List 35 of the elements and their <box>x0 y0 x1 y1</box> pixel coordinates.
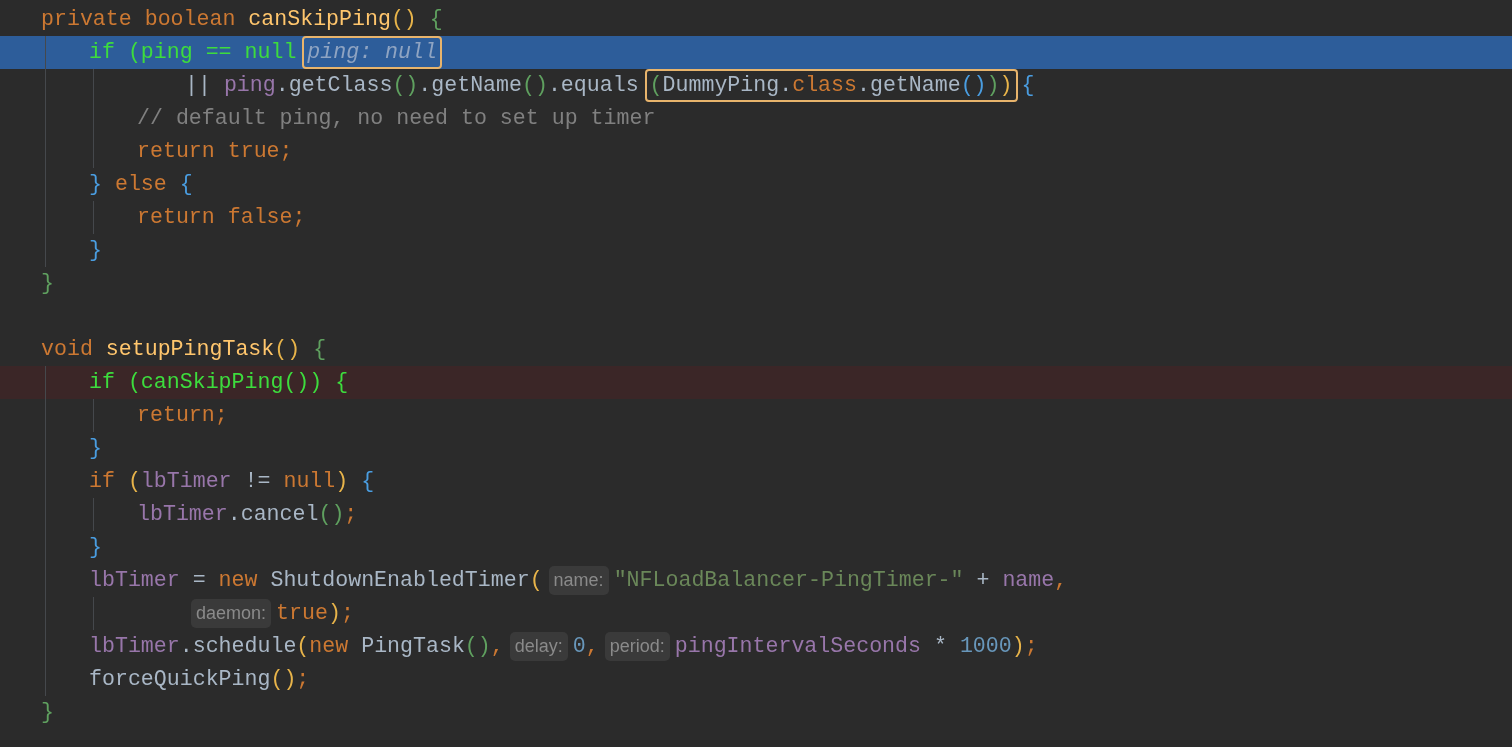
code-text: return; <box>137 402 228 429</box>
parameter-hint: name: <box>548 566 609 595</box>
code-text: if (lbTimer != null) { <box>89 468 375 495</box>
code-text: true); <box>276 600 354 627</box>
code-text: } <box>41 270 54 297</box>
indent-guide <box>92 399 94 432</box>
indent-guide <box>92 498 94 531</box>
code-text: if (ping == null <box>89 39 297 66</box>
framed-code: (DummyPing.class.getName())) <box>646 70 1016 101</box>
code-text: void setupPingTask() { <box>41 336 327 363</box>
code-text: lbTimer = new ShutdownEnabledTimer( <box>89 567 543 594</box>
code-text: forceQuickPing(); <box>89 666 310 693</box>
code-text: } <box>89 534 102 561</box>
parameter-hint: delay: <box>509 632 568 661</box>
code-text: } else { <box>89 171 193 198</box>
parameter-hint: period: <box>604 632 670 661</box>
code-text: { <box>1021 72 1035 99</box>
debug-value: ping: null <box>304 37 440 68</box>
code-text: "NFLoadBalancer-PingTimer-" + name, <box>613 567 1068 594</box>
code-text: lbTimer.cancel(); <box>137 501 358 528</box>
code-text: private boolean canSkipPing() { <box>41 6 443 33</box>
code-text: lbTimer.schedule(new PingTask(), <box>89 633 504 660</box>
code-text: // default ping, no need to set up timer <box>137 105 656 132</box>
code-text: || ping.getClass().getName().equals <box>185 72 639 99</box>
code-text: return true; <box>137 138 293 165</box>
code-text: return false; <box>137 204 306 231</box>
code-text: } <box>41 699 54 726</box>
parameter-hint: daemon: <box>191 599 272 628</box>
code-text: pingIntervalSeconds * 1000); <box>674 633 1038 660</box>
code-text: } <box>89 435 102 462</box>
code-text: } <box>89 237 102 264</box>
code-text: if (canSkipPing()) { <box>89 369 349 396</box>
code-text: 0, <box>572 633 599 660</box>
indent-guide <box>92 597 94 630</box>
indent-guide <box>92 201 94 234</box>
